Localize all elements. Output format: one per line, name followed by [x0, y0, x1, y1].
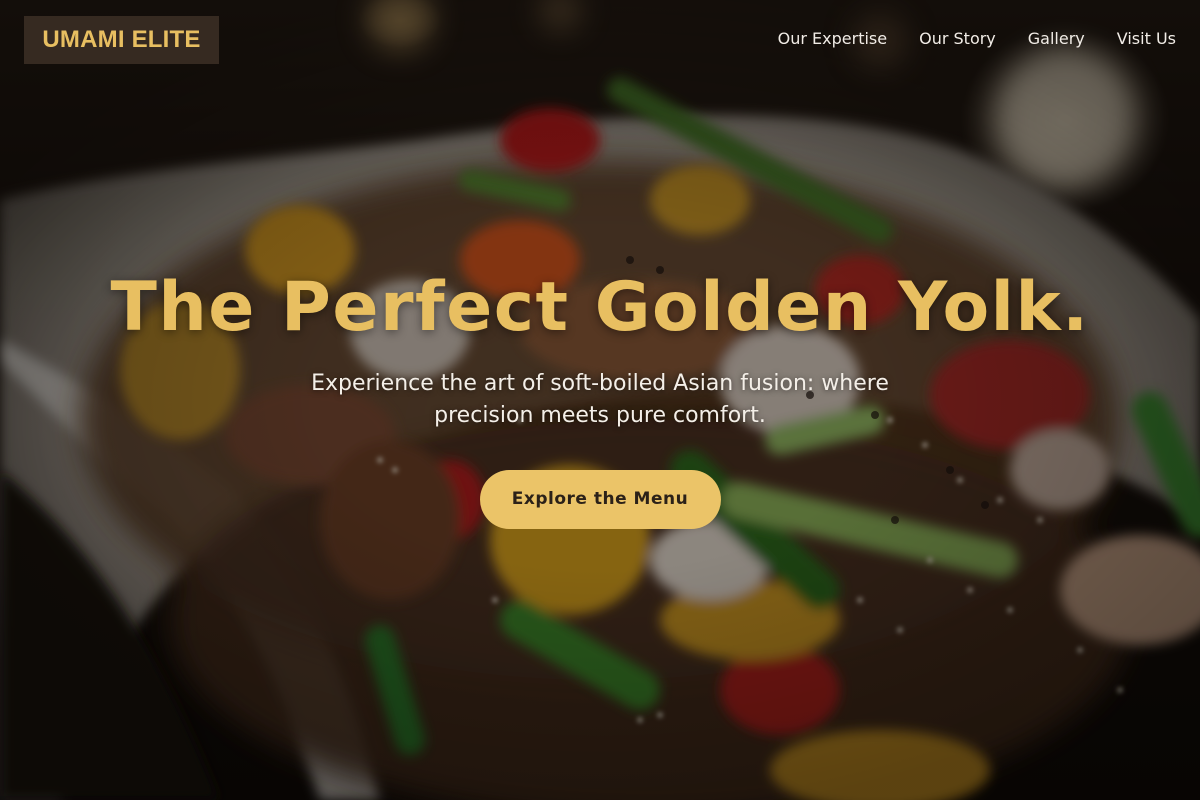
hero-headline: The Perfect Golden Yolk.: [110, 268, 1090, 347]
nav-link-our-expertise[interactable]: Our Expertise: [778, 28, 887, 50]
nav-links: Our Expertise Our Story Gallery Visit Us: [778, 28, 1176, 50]
nav-link-our-story[interactable]: Our Story: [919, 28, 996, 50]
brand-logo[interactable]: UMAMI ELITE: [24, 16, 219, 64]
nav-link-visit-us[interactable]: Visit Us: [1117, 28, 1176, 50]
top-navigation: UMAMI ELITE Our Expertise Our Story Gall…: [0, 0, 1200, 80]
hero-subtitle: Experience the art of soft-boiled Asian …: [311, 371, 889, 428]
hero-section: UMAMI ELITE Our Expertise Our Story Gall…: [0, 0, 1200, 800]
nav-link-gallery[interactable]: Gallery: [1028, 28, 1085, 50]
hero-content: The Perfect Golden Yolk. Experience the …: [0, 262, 1200, 529]
explore-menu-button[interactable]: Explore the Menu: [479, 470, 721, 529]
